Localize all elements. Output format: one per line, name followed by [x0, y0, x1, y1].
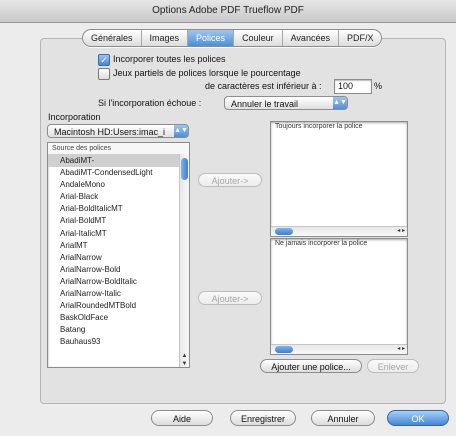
scrollbar-thumb[interactable]	[181, 158, 188, 180]
always-embed-list[interactable]: Toujours incorporer la police ◂ ▸	[270, 121, 408, 237]
save-button[interactable]: Enregistrer	[230, 410, 296, 426]
source-path-value: Macintosh HD:Users:imac_i	[54, 127, 166, 137]
on-fail-popup[interactable]: Annuler le travail ▲▼	[224, 96, 348, 110]
never-list-hscrollbar[interactable]: ◂ ▸	[271, 344, 407, 354]
help-button[interactable]: Aide	[151, 410, 213, 426]
font-list-item[interactable]: Arial-ItalicMT	[48, 228, 189, 240]
source-font-list[interactable]: Source des polices AbadiMT- AbadiMT-Cond…	[47, 142, 190, 368]
font-list-item[interactable]: Arial-BoldItalicMT	[48, 203, 189, 215]
subset-percent-input[interactable]: 100	[334, 79, 372, 94]
font-list-item[interactable]: ArialNarrow-BoldItalic	[48, 276, 189, 288]
always-embed-header: Toujours incorporer la police	[275, 123, 363, 130]
on-fail-label: Si l'incorporation échoue :	[98, 98, 202, 108]
tab-avancees[interactable]: Avancées	[283, 30, 339, 46]
tab-generales[interactable]: Générales	[83, 30, 142, 46]
add-never-button[interactable]: Ajouter->	[198, 291, 262, 305]
scroll-arrows-icon[interactable]: ◂ ▸	[397, 345, 405, 354]
font-items: AbadiMT- AbadiMT-CondensedLight AndaleMo…	[48, 155, 189, 349]
font-list-item[interactable]: Bauhaus93	[48, 336, 189, 348]
add-font-button[interactable]: Ajouter une police...	[260, 359, 362, 373]
font-list-item[interactable]: ArialMT	[48, 240, 189, 252]
font-list-item[interactable]: AndaleMono	[48, 179, 189, 191]
scroll-down-arrow-icon[interactable]: ▼	[180, 361, 189, 367]
font-list-item[interactable]: Arial-BoldMT	[48, 215, 189, 227]
font-list-item[interactable]: ArialNarrow	[48, 252, 189, 264]
scroll-arrows-icon[interactable]: ◂ ▸	[397, 227, 405, 236]
font-list-item[interactable]: Batang	[48, 324, 189, 336]
source-path-popup[interactable]: Macintosh HD:Users:imac_i ▲▼	[47, 124, 189, 138]
ok-button[interactable]: OK	[387, 410, 449, 426]
cancel-button[interactable]: Annuler	[311, 410, 375, 426]
font-list-item[interactable]: AbadiMT-	[48, 155, 189, 168]
source-list-scrollbar[interactable]: ▲ ▼	[179, 154, 189, 367]
font-list-item[interactable]: ArialNarrow-Bold	[48, 264, 189, 276]
embed-all-label: Incorporer toutes les polices	[113, 54, 226, 64]
remove-button[interactable]: Enlever	[367, 359, 419, 373]
never-embed-list[interactable]: Ne jamais incorporer la police ◂ ▸	[270, 238, 408, 355]
source-list-header: Source des polices	[48, 143, 189, 155]
font-list-item[interactable]: ArialRoundedMTBold	[48, 300, 189, 312]
tab-images[interactable]: Images	[142, 30, 189, 46]
subset-label-line1: Jeux partiels de polices lorsque le pour…	[113, 68, 301, 78]
never-embed-header: Ne jamais incorporer la police	[275, 240, 368, 247]
tab-pdfx[interactable]: PDF/X	[339, 30, 382, 46]
tab-polices[interactable]: Polices	[188, 30, 235, 46]
tab-couleur[interactable]: Couleur	[234, 30, 283, 46]
window-title: Options Adobe PDF Trueflow PDF	[0, 0, 456, 23]
add-always-button[interactable]: Ajouter->	[198, 173, 262, 187]
percent-unit: %	[374, 81, 383, 91]
tab-bar: Générales Images Polices Couleur Avancée…	[82, 29, 383, 47]
subset-checkbox[interactable]	[98, 68, 110, 80]
popup-arrows-icon: ▲▼	[174, 125, 188, 137]
incorporation-label: Incorporation	[48, 112, 101, 122]
subset-label-line2: de caractères est inférieur à :	[205, 81, 322, 91]
font-list-item[interactable]: BaskOldFace	[48, 312, 189, 324]
always-list-hscrollbar[interactable]: ◂ ▸	[271, 226, 407, 236]
popup-arrows-icon: ▲▼	[333, 97, 347, 109]
font-list-item[interactable]: ArialNarrow-Italic	[48, 288, 189, 300]
scrollbar-thumb[interactable]	[275, 228, 293, 235]
font-list-item[interactable]: Arial-Black	[48, 191, 189, 203]
scroll-up-arrow-icon[interactable]: ▲	[180, 353, 189, 359]
on-fail-value: Annuler le travail	[231, 99, 299, 109]
embed-all-checkbox[interactable]	[98, 54, 110, 66]
scrollbar-thumb[interactable]	[275, 346, 293, 353]
font-list-item[interactable]: AbadiMT-CondensedLight	[48, 167, 189, 179]
